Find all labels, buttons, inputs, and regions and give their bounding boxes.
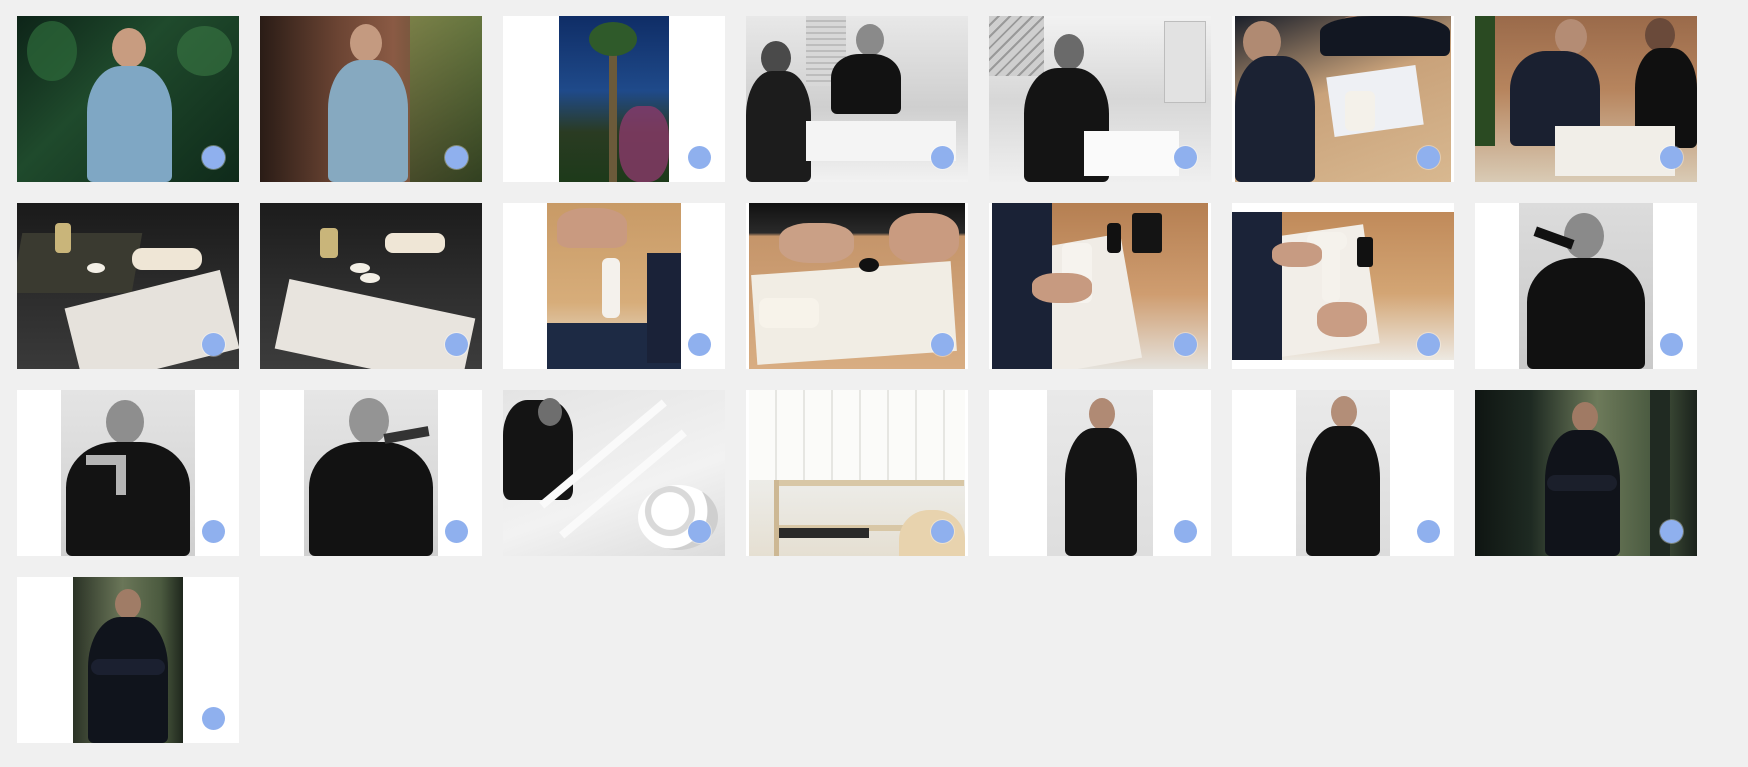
gallery-thumbnail[interactable]	[746, 16, 968, 182]
gallery-thumbnail[interactable]	[1475, 16, 1697, 182]
gallery-thumbnail[interactable]	[1475, 203, 1697, 369]
gallery-thumbnail[interactable]	[746, 390, 968, 556]
select-circle[interactable]	[202, 333, 225, 356]
photo-hands-faucet	[547, 203, 681, 369]
select-circle[interactable]	[1417, 146, 1440, 169]
gallery-thumbnail[interactable]	[17, 390, 239, 556]
select-circle[interactable]	[931, 146, 954, 169]
gallery-thumbnail[interactable]	[1232, 16, 1454, 182]
gallery-thumbnail[interactable]	[260, 16, 482, 182]
select-circle[interactable]	[688, 520, 711, 543]
select-circle[interactable]	[931, 520, 954, 543]
photo-faucet-bw	[61, 390, 195, 556]
gallery-thumbnail[interactable]	[1232, 203, 1454, 369]
gallery-thumbnail[interactable]	[17, 16, 239, 182]
select-circle[interactable]	[445, 333, 468, 356]
select-circle[interactable]	[1174, 520, 1197, 543]
select-circle[interactable]	[1660, 146, 1683, 169]
select-circle[interactable]	[445, 520, 468, 543]
gallery-thumbnail[interactable]	[503, 16, 725, 182]
gallery-thumbnail[interactable]	[17, 577, 239, 743]
gallery-thumbnail[interactable]	[1475, 390, 1697, 556]
gallery-thumbnail[interactable]	[503, 390, 725, 556]
photo-faucet-bw-2	[304, 390, 438, 556]
select-circle[interactable]	[202, 520, 225, 543]
gallery-thumbnail[interactable]	[746, 203, 968, 369]
gallery-thumbnail[interactable]	[1232, 390, 1454, 556]
gallery-thumbnail[interactable]	[260, 390, 482, 556]
select-circle[interactable]	[688, 146, 711, 169]
select-circle[interactable]	[1660, 333, 1683, 356]
select-circle[interactable]	[931, 333, 954, 356]
gallery-thumbnail[interactable]	[989, 390, 1211, 556]
gallery-thumbnail[interactable]	[503, 203, 725, 369]
gallery-thumbnail[interactable]	[260, 203, 482, 369]
gallery-thumbnail[interactable]	[989, 16, 1211, 182]
gallery-thumbnail[interactable]	[989, 203, 1211, 369]
select-circle[interactable]	[1417, 333, 1440, 356]
photo-gallery-grid	[17, 16, 1717, 743]
select-circle[interactable]	[688, 333, 711, 356]
select-circle[interactable]	[202, 707, 225, 730]
select-circle[interactable]	[1174, 146, 1197, 169]
photo-holding-object-bw	[1519, 203, 1653, 369]
select-circle[interactable]	[1660, 520, 1683, 543]
gallery-thumbnail[interactable]	[17, 203, 239, 369]
select-circle[interactable]	[1174, 333, 1197, 356]
select-circle[interactable]	[1417, 520, 1440, 543]
select-circle[interactable]	[202, 146, 225, 169]
photo-palm-tree	[559, 16, 669, 182]
select-circle[interactable]	[445, 146, 468, 169]
photo-standing-black-suit	[1047, 390, 1153, 556]
photo-standing-black-suit-2	[1296, 390, 1390, 556]
photo-arms-crossed-green-tall	[73, 577, 183, 743]
